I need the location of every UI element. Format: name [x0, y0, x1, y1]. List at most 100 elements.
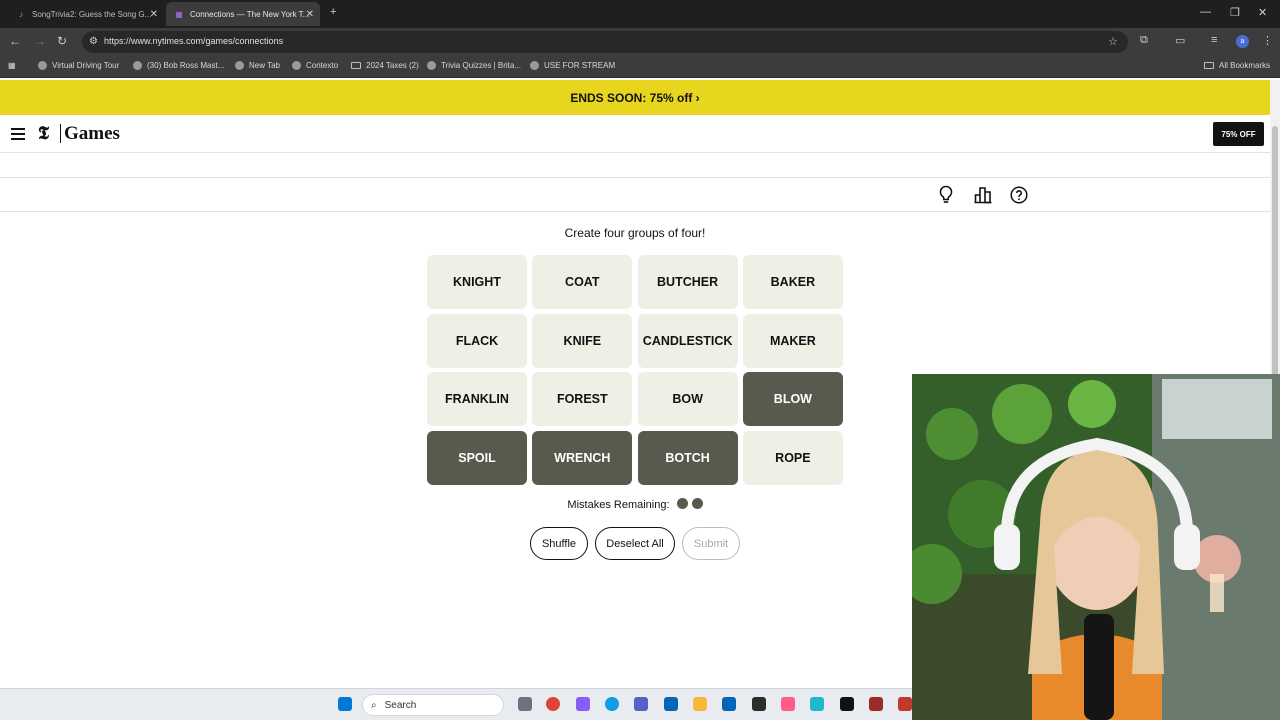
- globe-icon: [38, 61, 47, 70]
- folder-icon: [1204, 62, 1214, 69]
- bookmark-item[interactable]: Contexto: [292, 61, 338, 70]
- games-logo-text[interactable]: Games: [60, 124, 120, 143]
- edge-icon[interactable]: [605, 697, 619, 711]
- bookmark-item[interactable]: (30) Bob Ross Mast...: [133, 61, 224, 70]
- app-icon[interactable]: [840, 697, 854, 711]
- minimize-icon[interactable]: —: [1200, 6, 1211, 18]
- word-tile[interactable]: BOTCH: [637, 431, 738, 486]
- app-icon[interactable]: [810, 697, 824, 711]
- word-tile[interactable]: BOW: [637, 372, 738, 427]
- url-text: https://www.nytimes.com/games/connection…: [104, 36, 284, 46]
- word-grid: KNIGHT COAT BUTCHER BAKER FLACK KNIFE CANDLEST…: [427, 255, 843, 486]
- nyt-logo[interactable]: 𝕿: [38, 123, 49, 144]
- menu-kebab-icon[interactable]: ⋮: [1262, 34, 1273, 47]
- hamburger-menu-icon[interactable]: [11, 128, 25, 140]
- word-tile[interactable]: BUTCHER: [637, 255, 738, 309]
- site-info-icon[interactable]: ⚙: [89, 36, 98, 47]
- forward-icon[interactable]: →: [34, 34, 46, 48]
- word-tile[interactable]: FLACK: [427, 313, 527, 368]
- reload-icon[interactable]: ↻: [57, 34, 67, 48]
- folder-icon: [351, 62, 361, 69]
- browser-tab-strip: ♪ SongTrivia2: Guess the Song G... ✕ ▦ C…: [0, 0, 1280, 28]
- word-tile[interactable]: ROPE: [742, 431, 843, 486]
- outlook-icon[interactable]: [722, 697, 736, 711]
- bookmarks-bar: ▦ Virtual Driving Tour (30) Bob Ross Mas…: [0, 56, 1280, 78]
- profile-avatar[interactable]: a: [1236, 35, 1249, 48]
- game-toolbar: [0, 177, 1270, 212]
- close-icon[interactable]: ✕: [150, 9, 158, 20]
- site-header: 𝕿 Games 75% OFF: [0, 115, 1270, 153]
- media-icon[interactable]: ≡: [1211, 34, 1217, 46]
- all-bookmarks[interactable]: All Bookmarks: [1204, 61, 1270, 70]
- promo-text: ENDS SOON: 75% off ›: [570, 90, 700, 105]
- store-icon[interactable]: [664, 697, 678, 711]
- app-icon[interactable]: [869, 697, 883, 711]
- app-icon[interactable]: [781, 697, 795, 711]
- mistakes-label: Mistakes Remaining:: [567, 499, 670, 511]
- globe-icon: [530, 61, 539, 70]
- copilot-icon[interactable]: [576, 697, 590, 711]
- taskbar-search-label: Search: [384, 699, 417, 711]
- word-tile[interactable]: SPOIL: [427, 431, 527, 486]
- submit-button[interactable]: Submit: [682, 527, 740, 560]
- teams-icon[interactable]: [634, 697, 648, 711]
- app-icon[interactable]: [898, 697, 912, 711]
- chrome-icon[interactable]: [546, 697, 560, 711]
- webcam-feed-image: [912, 374, 1280, 720]
- word-tile[interactable]: BLOW: [742, 372, 843, 427]
- promo-banner[interactable]: ENDS SOON: 75% off ›: [0, 80, 1270, 115]
- window-close-icon[interactable]: ✕: [1258, 6, 1267, 19]
- globe-icon: [133, 61, 142, 70]
- mistake-dots: [673, 498, 703, 511]
- windows-taskbar: ⌕ Search: [0, 688, 912, 720]
- deselect-all-button[interactable]: Deselect All: [595, 527, 675, 560]
- tab-title: SongTrivia2: Guess the Song G...: [32, 9, 152, 19]
- calculator-icon[interactable]: [752, 697, 766, 711]
- word-tile[interactable]: CANDLESTICK: [637, 313, 738, 368]
- apps-grid-icon[interactable]: ▦: [8, 61, 16, 70]
- help-icon[interactable]: [1008, 184, 1030, 206]
- mistake-dot: [691, 498, 703, 509]
- back-icon[interactable]: ←: [9, 34, 21, 48]
- windows-start-icon[interactable]: [338, 697, 352, 711]
- taskbar-search[interactable]: ⌕ Search: [362, 694, 504, 716]
- bookmark-star-icon[interactable]: ☆: [1108, 35, 1118, 48]
- bookmark-item[interactable]: USE FOR STREAM: [530, 61, 615, 70]
- address-bar[interactable]: ⚙ https://www.nytimes.com/games/connecti…: [82, 31, 1128, 53]
- bookmark-item[interactable]: Trivia Quizzes | Brita...: [427, 61, 521, 70]
- tab-connections[interactable]: ▦ Connections — The New York T... ✕: [166, 2, 320, 26]
- shuffle-button[interactable]: Shuffle: [530, 527, 588, 560]
- bookmark-item[interactable]: Virtual Driving Tour: [38, 61, 119, 70]
- word-tile[interactable]: BAKER: [742, 255, 843, 309]
- word-tile[interactable]: FOREST: [532, 372, 633, 427]
- word-tile[interactable]: KNIGHT: [427, 255, 527, 309]
- tab-songtrivia[interactable]: ♪ SongTrivia2: Guess the Song G... ✕: [8, 4, 164, 24]
- word-tile[interactable]: WRENCH: [532, 431, 633, 486]
- browser-toolbar: ← → ↻ ⚙ https://www.nytimes.com/games/co…: [0, 28, 1280, 56]
- webcam-overlay: [912, 374, 1280, 720]
- offer-button[interactable]: 75% OFF: [1213, 122, 1264, 146]
- bookmark-folder[interactable]: 2024 Taxes (2): [351, 61, 419, 70]
- lightbulb-icon[interactable]: [935, 184, 957, 206]
- word-tile[interactable]: KNIFE: [532, 313, 633, 368]
- mistake-dot: [676, 498, 688, 509]
- task-view-icon[interactable]: [518, 697, 532, 711]
- mistakes-remaining: Mistakes Remaining:: [427, 498, 843, 511]
- cast-icon[interactable]: ▭: [1175, 34, 1185, 47]
- word-tile[interactable]: FRANKLIN: [427, 372, 527, 427]
- game-instruction: Create four groups of four!: [564, 226, 706, 240]
- maximize-icon[interactable]: ❐: [1230, 6, 1240, 19]
- bookmark-item[interactable]: New Tab: [235, 61, 280, 70]
- globe-icon: [292, 61, 301, 70]
- file-explorer-icon[interactable]: [693, 697, 707, 711]
- extensions-icon[interactable]: ⧉: [1140, 34, 1148, 47]
- word-tile[interactable]: COAT: [532, 255, 633, 309]
- globe-icon: [427, 61, 436, 70]
- connections-icon: ▦: [175, 9, 183, 19]
- search-icon: ⌕: [371, 699, 377, 711]
- new-tab-icon[interactable]: +: [330, 6, 336, 18]
- stats-icon[interactable]: [972, 184, 994, 206]
- word-tile[interactable]: MAKER: [742, 313, 843, 368]
- music-icon: ♪: [19, 9, 23, 19]
- close-icon[interactable]: ✕: [306, 9, 314, 20]
